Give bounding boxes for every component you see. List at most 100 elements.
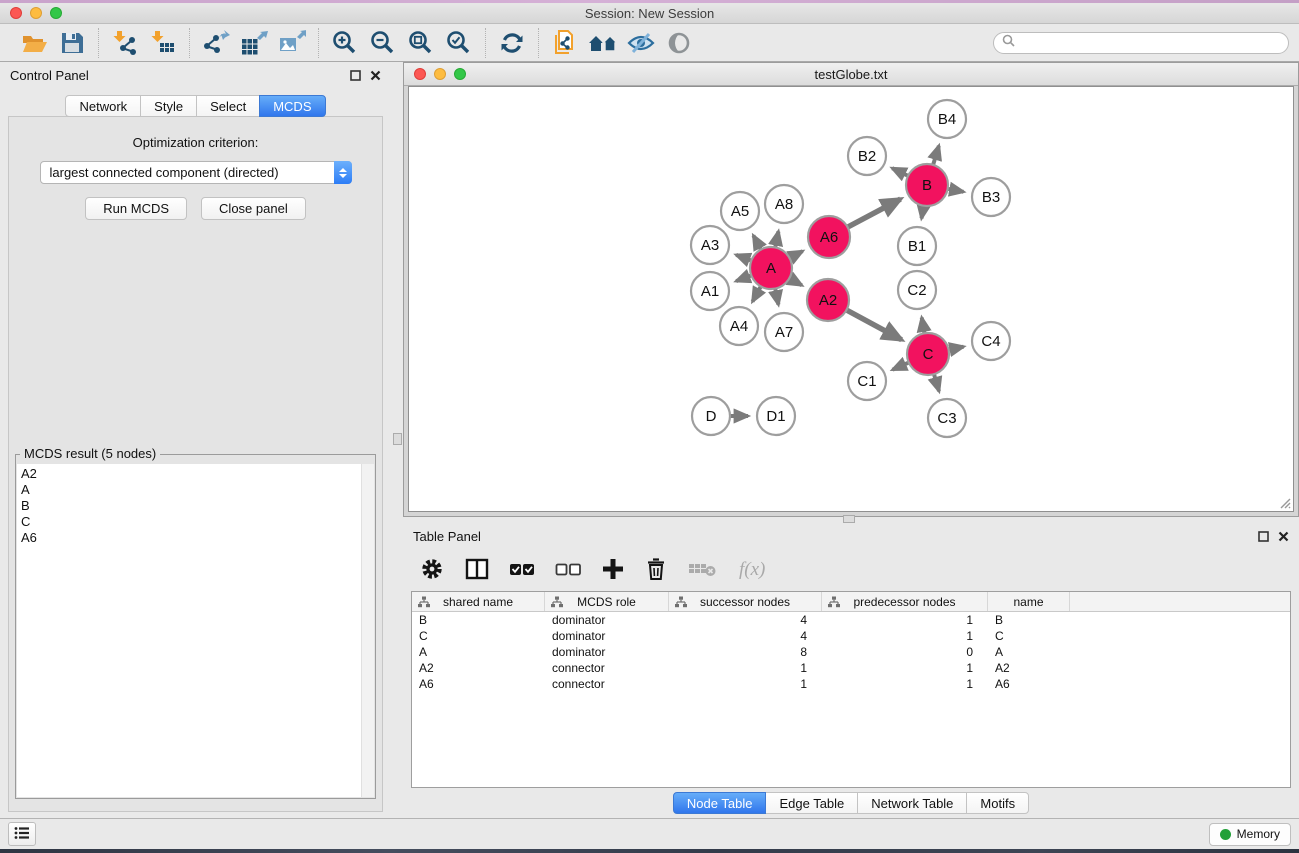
select-all-columns-button[interactable] <box>509 556 536 585</box>
search-box[interactable] <box>993 32 1289 54</box>
graph-node-C4[interactable]: C4 <box>972 322 1010 360</box>
tab-select[interactable]: Select <box>196 95 260 117</box>
graph-node-D1[interactable]: D1 <box>757 397 795 435</box>
add-column-button[interactable] <box>601 557 625 584</box>
export-network-button[interactable] <box>200 27 232 59</box>
column-header-successor-nodes[interactable]: successor nodes <box>669 592 822 611</box>
column-header-predecessor-nodes[interactable]: predecessor nodes <box>822 592 988 611</box>
tab-motifs[interactable]: Motifs <box>966 792 1029 814</box>
tab-style[interactable]: Style <box>140 95 197 117</box>
run-mcds-button[interactable]: Run MCDS <box>85 197 187 220</box>
tab-mcds[interactable]: MCDS <box>259 95 325 117</box>
graph-node-A7[interactable]: A7 <box>765 313 803 351</box>
table-cell: 1 <box>822 661 988 675</box>
graph-node-A1[interactable]: A1 <box>691 272 729 310</box>
table-cell: B <box>412 613 545 627</box>
result-list-scrollbar[interactable] <box>361 464 374 797</box>
graph-node-B[interactable]: B <box>906 164 948 206</box>
column-header-label: successor nodes <box>700 595 790 609</box>
graph-node-A3[interactable]: A3 <box>691 226 729 264</box>
resize-grip-icon[interactable] <box>1277 495 1291 509</box>
table-row[interactable]: Adominator80A <box>412 644 1290 660</box>
table-row[interactable]: A6connector11A6 <box>412 676 1290 692</box>
graph-node-B2[interactable]: B2 <box>848 137 886 175</box>
table-row[interactable]: Bdominator41B <box>412 612 1290 628</box>
result-list-item[interactable]: B <box>17 498 361 514</box>
split-columns-icon <box>464 556 490 585</box>
column-header-name[interactable]: name <box>988 592 1070 611</box>
deselect-all-columns-button[interactable] <box>555 556 582 585</box>
result-list-item[interactable]: C <box>17 514 361 530</box>
duplicate-network-button[interactable] <box>549 27 581 59</box>
network-window-titlebar[interactable]: testGlobe.txt <box>404 63 1298 86</box>
criterion-select[interactable]: largest connected component (directed) <box>40 161 352 184</box>
graph-node-A6[interactable]: A6 <box>808 216 850 258</box>
close-panel-button[interactable] <box>370 70 381 81</box>
graph-node-C3[interactable]: C3 <box>928 399 966 437</box>
graph-node-B3[interactable]: B3 <box>972 178 1010 216</box>
graph-node-C1[interactable]: C1 <box>848 362 886 400</box>
tab-network[interactable]: Network <box>65 95 141 117</box>
refresh-network-button[interactable] <box>496 27 528 59</box>
table-cell: 4 <box>669 613 822 627</box>
close-panel-button-secondary[interactable]: Close panel <box>201 197 306 220</box>
splitter-handle[interactable] <box>393 433 402 445</box>
graph-node-A8[interactable]: A8 <box>765 185 803 223</box>
tab-edge-table[interactable]: Edge Table <box>765 792 858 814</box>
control-panel: Control Panel NetworkStyleSelectMCDS Opt… <box>0 62 391 818</box>
graph-node-D[interactable]: D <box>692 397 730 435</box>
refresh-network-icon <box>499 30 525 56</box>
tab-node-table[interactable]: Node Table <box>673 792 767 814</box>
zoom-in-button[interactable] <box>329 27 361 59</box>
column-header-mcds-role[interactable]: MCDS role <box>545 592 669 611</box>
svg-text:B: B <box>922 177 932 194</box>
result-list-item[interactable]: A <box>17 482 361 498</box>
show-hidden-button[interactable] <box>663 27 695 59</box>
float-panel-button[interactable] <box>350 70 361 81</box>
task-history-button[interactable] <box>8 822 36 846</box>
zoom-fit-button[interactable] <box>405 27 437 59</box>
main-titlebar[interactable]: Session: New Session <box>0 3 1299 24</box>
first-neighbors-button[interactable] <box>587 27 619 59</box>
graph-node-C[interactable]: C <box>907 333 949 375</box>
table-row[interactable]: A2connector11A2 <box>412 660 1290 676</box>
save-session-button[interactable] <box>56 27 88 59</box>
export-image-button[interactable] <box>276 27 308 59</box>
result-list-item[interactable]: A2 <box>17 466 361 482</box>
graph-node-A5[interactable]: A5 <box>721 192 759 230</box>
network-canvas[interactable]: A A1 A2 A3 A4 A5 A6 A7 A8 B B1 B2 B3 B4 C C1 C2 C3 C4 D D1 <box>408 86 1294 512</box>
memory-status-icon <box>1220 829 1231 840</box>
horizontal-splitter[interactable] <box>403 517 1299 523</box>
graph-node-B1[interactable]: B1 <box>898 227 936 265</box>
settings-button[interactable] <box>419 556 445 585</box>
tab-network-table[interactable]: Network Table <box>857 792 967 814</box>
export-table-button[interactable] <box>238 27 270 59</box>
vertical-splitter[interactable] <box>391 62 403 818</box>
first-neighbors-icon <box>587 30 619 56</box>
hide-selected-button[interactable] <box>625 27 657 59</box>
result-list-item[interactable]: A6 <box>17 530 361 546</box>
memory-button[interactable]: Memory <box>1209 823 1291 846</box>
close-panel-button[interactable] <box>1278 531 1289 542</box>
import-table-button[interactable] <box>147 27 179 59</box>
open-session-button[interactable] <box>18 27 50 59</box>
table-row[interactable]: Cdominator41C <box>412 628 1290 644</box>
column-header-shared-name[interactable]: shared name <box>412 592 545 611</box>
list-icon <box>14 826 30 843</box>
zoom-out-button[interactable] <box>367 27 399 59</box>
graph-node-A2[interactable]: A2 <box>807 279 849 321</box>
split-columns-button[interactable] <box>464 556 490 585</box>
table-cell: dominator <box>545 645 669 659</box>
graph-node-A4[interactable]: A4 <box>720 307 758 345</box>
zoom-selected-button[interactable] <box>443 27 475 59</box>
float-panel-button[interactable] <box>1258 531 1269 542</box>
import-network-button[interactable] <box>109 27 141 59</box>
graph-node-B4[interactable]: B4 <box>928 100 966 138</box>
graph-node-C2[interactable]: C2 <box>898 271 936 309</box>
search-input[interactable] <box>1020 36 1280 50</box>
splitter-handle[interactable] <box>843 515 855 523</box>
add-column-icon <box>601 557 625 584</box>
mcds-result-list: A2ABCA6 <box>17 464 374 797</box>
delete-column-button[interactable] <box>644 556 668 585</box>
graph-node-A[interactable]: A <box>750 247 792 289</box>
